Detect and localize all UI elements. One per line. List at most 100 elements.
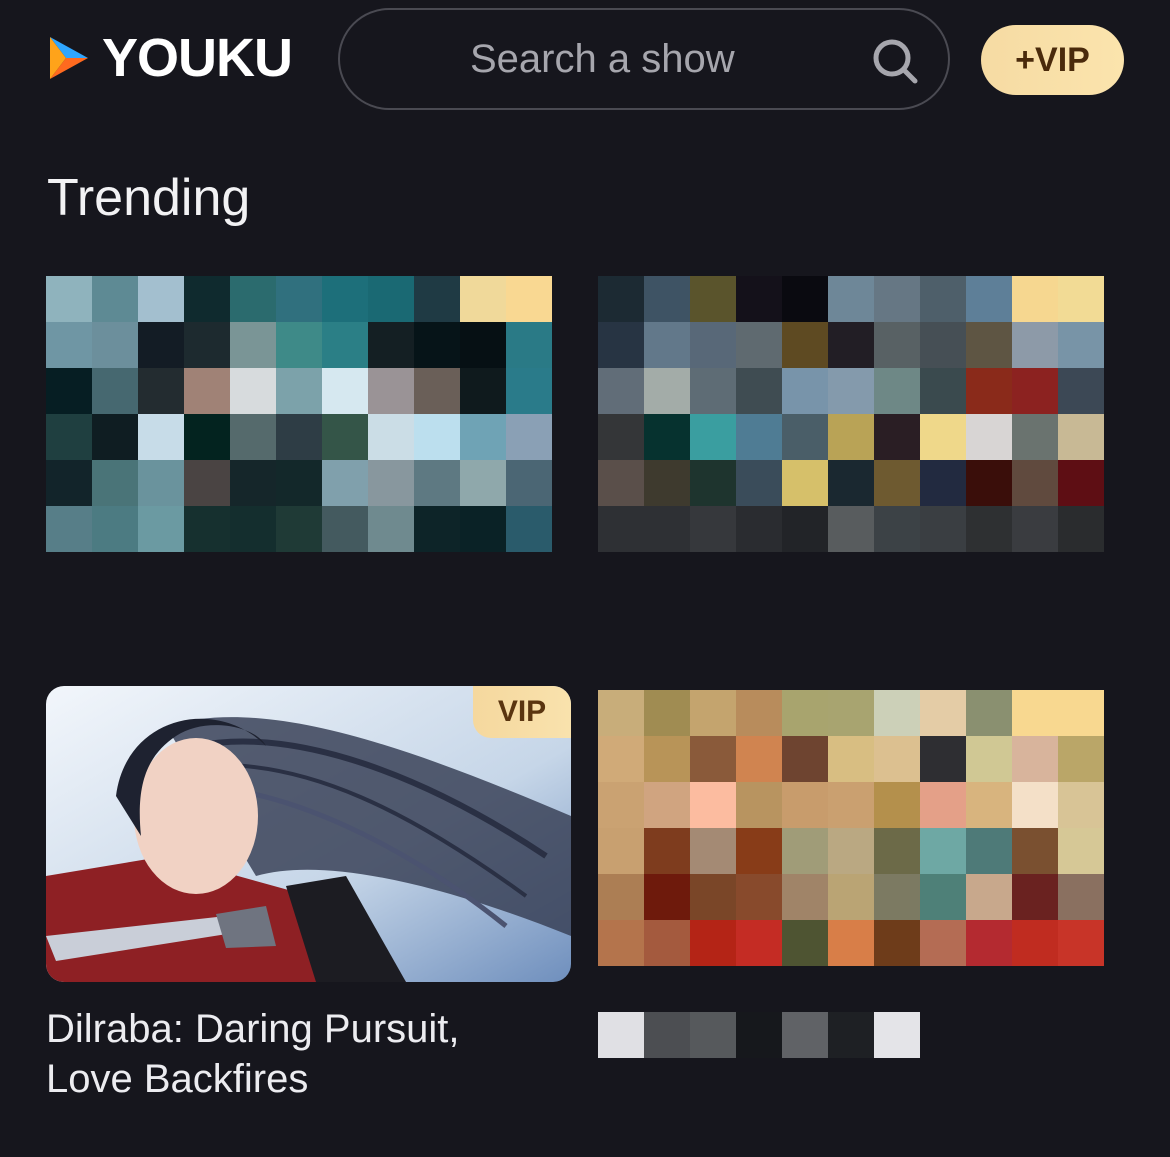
mosaic-tile: [92, 460, 138, 506]
mosaic-tile: [874, 828, 920, 874]
mosaic-tile: [138, 276, 184, 322]
mosaic-tile: [874, 322, 920, 368]
mosaic-tile: [460, 506, 506, 552]
mosaic-tile: [92, 368, 138, 414]
logo-text: YOUKU: [102, 28, 293, 88]
mosaic-tile: [966, 460, 1012, 506]
mosaic-tile: [828, 276, 874, 322]
mosaic-tile: [276, 460, 322, 506]
mosaic-tile: [874, 276, 920, 322]
mosaic-tile: [1058, 782, 1104, 828]
mosaic-tile: [598, 920, 644, 966]
mosaic-tile: [644, 690, 690, 736]
mosaic-tile: [920, 828, 966, 874]
mosaic-tile: [966, 828, 1012, 874]
mosaic-tile: [598, 368, 644, 414]
mosaic-tile: [920, 736, 966, 782]
mosaic-tile: [690, 414, 736, 460]
mosaic-tile: [46, 276, 92, 322]
mosaic-tile: [322, 368, 368, 414]
mosaic-tile: [644, 460, 690, 506]
mosaic-tile: [184, 368, 230, 414]
mosaic-tile: [736, 690, 782, 736]
mosaic-tile: [874, 506, 920, 552]
mosaic-tile: [874, 460, 920, 506]
pixelated-title: [598, 1012, 920, 1058]
mosaic-tile: [92, 322, 138, 368]
mosaic-tile: [828, 828, 874, 874]
mosaic-tile: [736, 736, 782, 782]
show-card-title[interactable]: Dilraba: Daring Pursuit, Love Backfires: [46, 1004, 566, 1104]
mosaic-tile: [598, 1012, 644, 1058]
mosaic-tile: [1012, 322, 1058, 368]
mosaic-tile: [368, 368, 414, 414]
mosaic-tile: [736, 276, 782, 322]
mosaic-tile: [46, 368, 92, 414]
pixelated-thumbnail[interactable]: [46, 276, 552, 552]
mosaic-tile: [966, 276, 1012, 322]
mosaic-tile: [690, 874, 736, 920]
mosaic-tile: [598, 874, 644, 920]
mosaic-tile: [966, 874, 1012, 920]
mosaic-tile: [920, 322, 966, 368]
mosaic-tile: [414, 460, 460, 506]
mosaic-tile: [1058, 874, 1104, 920]
mosaic-tile: [736, 920, 782, 966]
mosaic-tile: [920, 690, 966, 736]
show-card-thumbnail[interactable]: VIP: [46, 686, 571, 982]
mosaic-tile: [598, 414, 644, 460]
mosaic-tile: [368, 276, 414, 322]
pixelated-thumbnail[interactable]: [598, 276, 1104, 552]
vip-badge: VIP: [473, 686, 571, 738]
mosaic-tile: [920, 460, 966, 506]
mosaic-tile: [644, 368, 690, 414]
mosaic-tile: [920, 782, 966, 828]
mosaic-tile: [138, 506, 184, 552]
mosaic-tile: [506, 414, 552, 460]
mosaic-tile: [598, 828, 644, 874]
mosaic-tile: [1012, 460, 1058, 506]
mosaic-tile: [782, 460, 828, 506]
mosaic-tile: [414, 506, 460, 552]
mosaic-tile: [368, 460, 414, 506]
mosaic-tile: [874, 874, 920, 920]
mosaic-tile: [736, 414, 782, 460]
mosaic-tile: [1058, 920, 1104, 966]
mosaic-tile: [782, 368, 828, 414]
mosaic-tile: [874, 414, 920, 460]
mosaic-tile: [644, 1012, 690, 1058]
mosaic-tile: [322, 276, 368, 322]
pixelated-thumbnail[interactable]: [598, 690, 1104, 966]
mosaic-tile: [920, 414, 966, 460]
mosaic-tile: [828, 1012, 874, 1058]
mosaic-tile: [690, 736, 736, 782]
youku-logo[interactable]: YOUKU: [44, 28, 293, 88]
search-input[interactable]: Search a show: [470, 37, 735, 82]
search-icon[interactable]: [870, 36, 920, 86]
mosaic-tile: [1012, 368, 1058, 414]
mosaic-tile: [230, 506, 276, 552]
mosaic-tile: [460, 276, 506, 322]
mosaic-tile: [460, 460, 506, 506]
vip-button[interactable]: +VIP: [981, 25, 1124, 95]
mosaic-tile: [368, 414, 414, 460]
mosaic-tile: [460, 414, 506, 460]
mosaic-tile: [690, 782, 736, 828]
mosaic-tile: [874, 782, 920, 828]
mosaic-tile: [46, 506, 92, 552]
mosaic-tile: [828, 368, 874, 414]
mosaic-tile: [506, 460, 552, 506]
mosaic-tile: [460, 368, 506, 414]
mosaic-tile: [598, 690, 644, 736]
mosaic-tile: [966, 920, 1012, 966]
mosaic-tile: [736, 782, 782, 828]
mosaic-tile: [690, 920, 736, 966]
mosaic-tile: [644, 322, 690, 368]
search-bar[interactable]: Search a show: [338, 8, 950, 110]
mosaic-tile: [782, 736, 828, 782]
mosaic-tile: [644, 506, 690, 552]
mosaic-tile: [138, 368, 184, 414]
mosaic-tile: [690, 322, 736, 368]
mosaic-tile: [874, 690, 920, 736]
mosaic-tile: [1012, 690, 1058, 736]
